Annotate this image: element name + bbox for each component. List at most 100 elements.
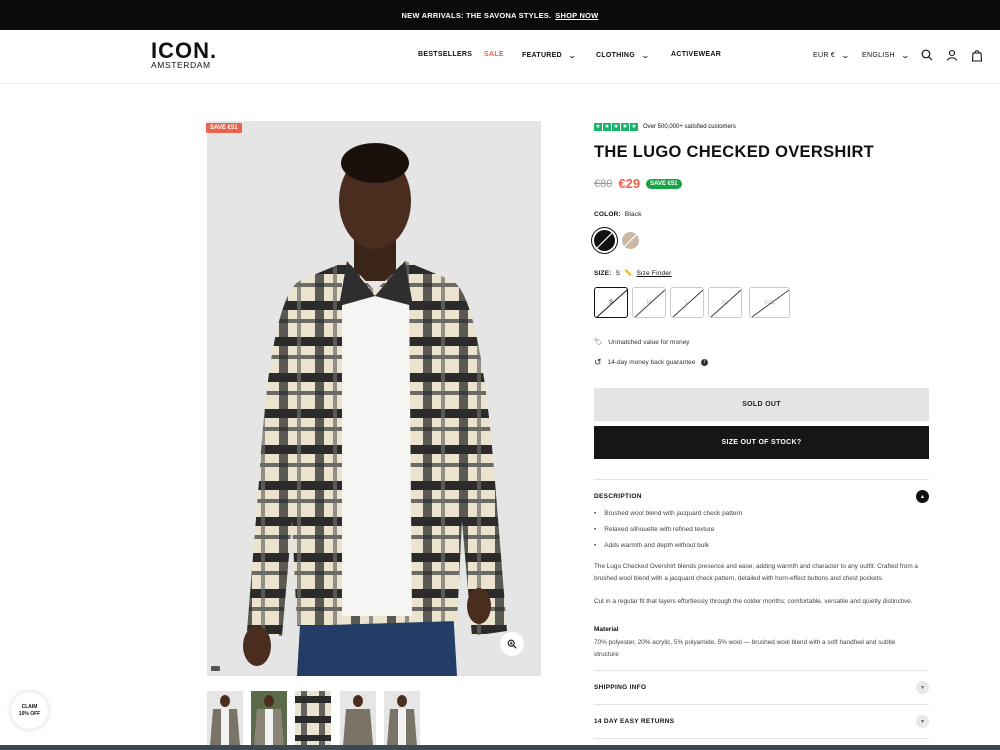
- nav-bestsellers-label: BESTSELLERS: [418, 51, 473, 58]
- logo[interactable]: ICON. AMSTERDAM: [151, 38, 221, 71]
- description-paragraph-1: The Lugo Checked Overshirt blends presen…: [594, 563, 918, 582]
- size-out-of-stock-button[interactable]: SIZE OUT OF STOCK?: [594, 426, 929, 459]
- size-finder-link[interactable]: Size Finder: [636, 270, 671, 277]
- price-row: €80 €29 SAVE €51: [594, 176, 682, 191]
- feature-returns: ↺ 14-day money back guarantee i: [594, 357, 709, 368]
- nav-bestsellers[interactable]: BESTSELLERS: [418, 51, 472, 58]
- thumbnail[interactable]: [207, 691, 243, 746]
- nav-activewear-label: ACTIVEWEAR: [671, 51, 722, 58]
- chevron-down-icon: ⌄: [840, 51, 851, 60]
- size-option-m[interactable]: M: [632, 287, 666, 318]
- claim-line2: 10% OFF: [18, 710, 41, 717]
- description-paragraph-2: Cut in a regular fit that layers effortl…: [594, 598, 913, 605]
- size-option-xl[interactable]: XL: [708, 287, 742, 318]
- account-icon[interactable]: [945, 48, 959, 62]
- material-title: Material: [594, 626, 619, 633]
- language-label: ENGLISH: [862, 52, 895, 59]
- feature-value-text: Unmatched value for money: [608, 338, 690, 346]
- claim-discount-button[interactable]: CLAIM 10% OFF: [11, 692, 48, 729]
- nav-clothing[interactable]: CLOTHING ⌄: [596, 51, 651, 60]
- color-label: COLOR:: [594, 211, 621, 218]
- sale-price: €29: [618, 176, 641, 191]
- chevron-down-icon: ⌄: [567, 51, 578, 60]
- announcement-text: NEW ARRIVALS: THE SAVONA STYLES.: [401, 10, 552, 20]
- thumbnail[interactable]: [295, 691, 331, 746]
- rating-stars: ★ ★ ★ ★ ★: [594, 123, 638, 131]
- divider: [594, 479, 929, 480]
- nav-activewear[interactable]: ACTIVEWEAR: [671, 51, 721, 58]
- logo-subtitle: AMSTERDAM: [151, 60, 211, 70]
- info-icon[interactable]: i: [701, 359, 709, 366]
- chevron-up-icon[interactable]: ▴: [916, 489, 929, 503]
- star-icon: ★: [621, 123, 629, 131]
- size-label-row: SIZE: S 📏 Size Finder: [594, 269, 672, 278]
- rating-row: ★ ★ ★ ★ ★ Over 500,000+ satisfied custom…: [594, 123, 736, 131]
- chevron-down-icon[interactable]: ▾: [916, 680, 929, 694]
- size-option-l[interactable]: L: [670, 287, 704, 318]
- star-icon: ★: [630, 123, 638, 131]
- claim-line1: CLAIM: [21, 703, 38, 710]
- description-accordion-header[interactable]: DESCRIPTION ▴: [594, 489, 929, 503]
- cart-icon[interactable]: [970, 48, 984, 62]
- rating-text: Over 500,000+ satisfied customers: [643, 124, 736, 130]
- size-option-xxl[interactable]: XXL: [749, 287, 790, 318]
- chevron-down-icon[interactable]: ▾: [916, 714, 929, 728]
- divider: [594, 704, 929, 705]
- zoom-button[interactable]: [500, 632, 524, 656]
- description-heading: DESCRIPTION: [594, 492, 642, 500]
- star-icon: ★: [612, 123, 620, 131]
- thumbnail[interactable]: [384, 691, 420, 746]
- size-value: S: [615, 269, 621, 277]
- currency-label: EUR €: [813, 52, 836, 59]
- language-selector[interactable]: ENGLISH ⌄: [862, 51, 911, 60]
- chevron-down-icon: ⌄: [900, 51, 911, 60]
- save-tag: SAVE €51: [206, 123, 242, 133]
- list-item: Relaxed silhouette with refined texture: [594, 526, 742, 542]
- star-icon: ★: [594, 123, 602, 131]
- image-indicator: [211, 666, 220, 671]
- feature-returns-text: 14-day money back guarantee: [607, 359, 696, 366]
- value-icon: 🏷: [594, 339, 603, 346]
- feature-value: 🏷 Unmatched value for money: [594, 338, 690, 347]
- color-swatch-beige[interactable]: [622, 232, 639, 249]
- product-title: THE LUGO CHECKED OVERSHIRT: [594, 143, 875, 161]
- chevron-down-icon: ⌄: [640, 51, 651, 60]
- save-badge: SAVE €51: [646, 178, 682, 189]
- announcement-bar: NEW ARRIVALS: THE SAVONA STYLES. SHOP NO…: [0, 0, 1000, 30]
- thumbnail[interactable]: [251, 691, 287, 746]
- logo-wordmark: ICON.: [151, 38, 218, 63]
- bottom-bar: [0, 745, 1000, 750]
- nav-clothing-label: CLOTHING: [596, 52, 635, 59]
- nav-featured-label: FEATURED: [522, 52, 562, 59]
- shop-now-link[interactable]: SHOP NOW: [555, 11, 598, 20]
- product-main-image[interactable]: [207, 121, 541, 676]
- divider: [594, 738, 929, 739]
- site-header: ICON. AMSTERDAM BESTSELLERS SALE FEATURE…: [0, 30, 1000, 84]
- currency-selector[interactable]: EUR € ⌄: [813, 51, 851, 60]
- nav-sale-label: SALE: [484, 51, 504, 58]
- list-item: Brushed wool blend with jacquard check p…: [594, 510, 742, 526]
- returns-accordion-header[interactable]: 14 DAY EASY RETURNS ▾: [594, 714, 929, 728]
- color-value: Black: [624, 211, 642, 218]
- return-arrow-icon: ↺: [594, 357, 602, 367]
- color-label-row: COLOR: Black: [594, 211, 642, 218]
- divider: [594, 670, 929, 671]
- list-item: Adds warmth and depth without bulk: [594, 542, 742, 558]
- shipping-accordion-header[interactable]: SHIPPING INFO ▾: [594, 680, 929, 694]
- size-option-s[interactable]: S: [594, 287, 628, 318]
- nav-sale[interactable]: SALE: [484, 51, 504, 58]
- returns-heading: 14 DAY EASY RETURNS: [594, 717, 675, 725]
- nav-featured[interactable]: FEATURED ⌄: [522, 51, 578, 60]
- shipping-heading: SHIPPING INFO: [594, 683, 647, 691]
- color-swatch-black[interactable]: [594, 230, 615, 251]
- zoom-icon: [507, 639, 517, 649]
- material-text: 70% polyester, 20% acrylic, 5% polyamide…: [594, 639, 896, 658]
- search-icon[interactable]: [920, 48, 934, 62]
- star-icon: ★: [603, 123, 611, 131]
- model-illustration: [243, 143, 507, 676]
- sold-out-button[interactable]: SOLD OUT: [594, 388, 929, 421]
- ruler-icon: 📏: [624, 270, 633, 277]
- description-bullets: Brushed wool blend with jacquard check p…: [594, 510, 742, 558]
- size-label: SIZE:: [594, 269, 612, 277]
- thumbnail[interactable]: [340, 691, 376, 746]
